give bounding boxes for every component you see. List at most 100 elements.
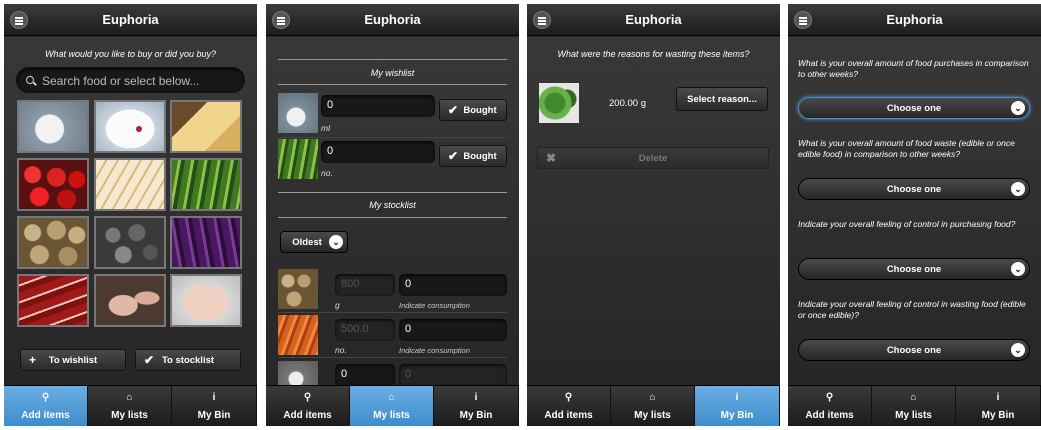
tab-my-bin[interactable]: i My Bin: [695, 386, 780, 426]
unit-label: no.: [335, 345, 347, 355]
food-tile-yogurt[interactable]: [94, 100, 166, 153]
tab-bar: ⚲ Add items ⌂ My lists i My Bin: [527, 385, 780, 426]
to-wishlist-button[interactable]: + To wishlist: [20, 349, 126, 371]
tab-my-lists[interactable]: ⌂ My lists: [88, 386, 172, 426]
info-icon: i: [996, 392, 1000, 403]
tab-my-bin[interactable]: i My Bin: [956, 386, 1041, 426]
home-icon: ⌂: [910, 392, 917, 403]
app-title: Euphoria: [102, 12, 159, 27]
food-tile-potatoes[interactable]: [17, 216, 89, 269]
to-stocklist-button[interactable]: ✔ To stocklist: [135, 349, 241, 371]
food-tile-mushrooms[interactable]: [94, 216, 166, 269]
screen-questionnaire: Euphoria What is your overall amount of …: [788, 4, 1041, 426]
food-tile-cucumbers[interactable]: [170, 158, 242, 211]
screen-my-bin: Euphoria What were the reasons for wasti…: [527, 4, 780, 426]
buy-prompt: What would you like to buy or did you bu…: [44, 49, 217, 59]
food-tile-steak[interactable]: [17, 274, 89, 327]
search-icon: ⚲: [825, 392, 834, 403]
info-icon: i: [735, 392, 739, 403]
food-tile-milk[interactable]: [17, 100, 89, 153]
tab-my-bin[interactable]: i My Bin: [434, 386, 519, 426]
choice-select[interactable]: Choose one ⌄: [798, 258, 1030, 280]
waste-reasons-prompt: What were the reasons for wasting these …: [557, 49, 750, 59]
divider: [278, 217, 507, 218]
bought-button[interactable]: ✔ Bought: [439, 145, 507, 167]
content: What were the reasons for wasting these …: [527, 37, 780, 385]
bought-button[interactable]: ✔ Bought: [439, 99, 507, 121]
tab-my-lists[interactable]: ⌂ My lists: [872, 386, 956, 426]
chevron-down-icon: ⌄: [1011, 182, 1025, 196]
home-icon: ⌂: [126, 392, 133, 403]
question-text: What is your overall amount of food purc…: [798, 58, 1029, 79]
chevron-down-icon: ⌄: [1011, 101, 1025, 115]
choice-select[interactable]: Choose one ⌄: [798, 339, 1030, 361]
item-thumbnail-milk: [278, 93, 318, 133]
chevron-down-icon: ⌄: [1011, 343, 1025, 357]
app-title: Euphoria: [625, 12, 682, 27]
select-reason-button[interactable]: Select reason...: [676, 87, 768, 111]
info-icon: i: [212, 392, 216, 403]
tab-add-items[interactable]: ⚲ Add items: [4, 386, 88, 426]
screen-my-lists: Euphoria My wishlist 0 ml ✔ Bought 0 no.…: [266, 4, 519, 426]
consumption-field[interactable]: 0: [399, 274, 507, 296]
home-icon: ⌂: [388, 392, 395, 403]
tab-bar: ⚲ Add items ⌂ My lists i My Bin: [788, 385, 1041, 426]
sort-select[interactable]: Oldest ⌄: [280, 231, 348, 253]
row-separator: [278, 312, 507, 313]
stock-amount-field[interactable]: 800: [335, 274, 395, 296]
search-icon: ⚲: [41, 392, 50, 403]
food-tile-chicken[interactable]: [94, 274, 166, 327]
cherry-icon: [136, 126, 142, 132]
stocklist-title: My stocklist: [369, 200, 416, 210]
tab-bar: ⚲ Add items ⌂ My lists i My Bin: [4, 385, 257, 426]
consumption-hint: Indicate consumption: [399, 346, 470, 355]
tab-add-items[interactable]: ⚲ Add items: [788, 386, 872, 426]
food-tile-cheese[interactable]: [170, 100, 242, 153]
wishlist-quantity-field[interactable]: 0: [321, 95, 435, 117]
item-thumbnail-herbs: [539, 83, 579, 123]
unit-label: no.: [321, 168, 333, 178]
search-icon: ⚲: [564, 392, 573, 403]
food-tile-bread[interactable]: [94, 158, 166, 211]
search-icon: ⚲: [303, 392, 312, 403]
content: What would you like to buy or did you bu…: [4, 37, 257, 385]
food-tile-chicken-breast[interactable]: [170, 274, 242, 327]
food-tile-aubergines[interactable]: [170, 216, 242, 269]
home-icon: ⌂: [649, 392, 656, 403]
screenshot-strip: Euphoria What would you like to buy or d…: [0, 0, 1041, 430]
search-input[interactable]: Search food or select below...: [16, 67, 245, 93]
unit-label: ml: [321, 123, 330, 133]
divider: [278, 192, 507, 193]
stock-amount-field[interactable]: 500.0: [335, 319, 395, 341]
header: Euphoria: [4, 4, 257, 36]
tab-my-lists[interactable]: ⌂ My lists: [611, 386, 695, 426]
item-thumbnail-potatoes: [278, 269, 318, 309]
header: Euphoria: [788, 4, 1041, 36]
consumption-hint: Indicate consumption: [399, 301, 470, 310]
header: Euphoria: [266, 4, 519, 36]
content: What is your overall amount of food purc…: [788, 37, 1041, 385]
item-amount: 200.00 g: [609, 98, 646, 109]
choice-select[interactable]: Choose one ⌄: [798, 178, 1030, 200]
row-separator: [278, 137, 507, 138]
app-title: Euphoria: [886, 12, 943, 27]
question-text: What is your overall amount of food wast…: [798, 138, 1015, 159]
search-icon: [26, 76, 34, 84]
header: Euphoria: [527, 4, 780, 36]
consumption-field[interactable]: 0: [399, 364, 507, 386]
tab-my-bin[interactable]: i My Bin: [172, 386, 257, 426]
app-title: Euphoria: [364, 12, 421, 27]
food-tile-tomatoes[interactable]: [17, 158, 89, 211]
tab-my-lists[interactable]: ⌂ My lists: [350, 386, 434, 426]
info-icon: i: [474, 392, 478, 403]
choice-select[interactable]: Choose one ⌄: [798, 97, 1030, 119]
screen-add-items: Euphoria What would you like to buy or d…: [4, 4, 257, 426]
stock-amount-field[interactable]: 0: [335, 364, 395, 386]
tab-add-items[interactable]: ⚲ Add items: [266, 386, 350, 426]
tab-add-items[interactable]: ⚲ Add items: [527, 386, 611, 426]
item-thumbnail-cucumbers: [278, 139, 318, 179]
delete-button[interactable]: ✖ Delete: [537, 147, 769, 169]
chevron-down-icon: ⌄: [1011, 262, 1025, 276]
consumption-field[interactable]: 0: [399, 319, 507, 341]
wishlist-quantity-field[interactable]: 0: [321, 141, 435, 163]
